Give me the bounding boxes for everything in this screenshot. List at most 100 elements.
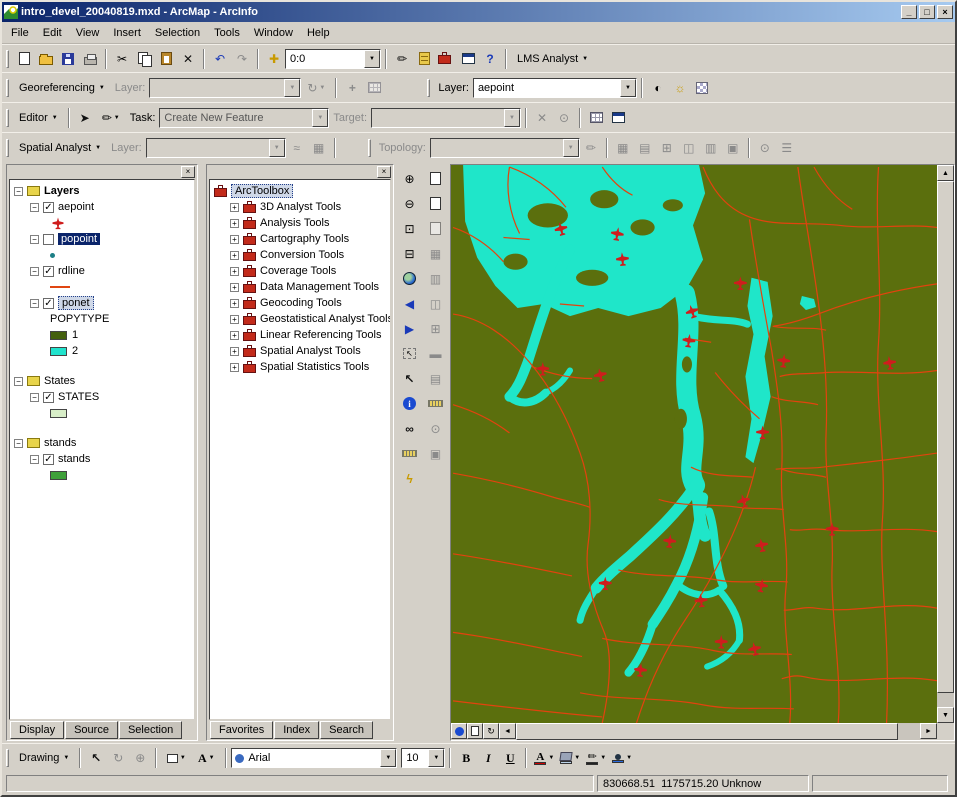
toc-dataframe-stands[interactable]: − stands — [10, 435, 194, 451]
menu-view[interactable]: View — [69, 24, 107, 42]
expander-icon[interactable]: − — [30, 267, 39, 276]
magnifier-window-button[interactable] — [424, 192, 447, 215]
minimize-button[interactable]: _ — [901, 5, 917, 19]
topology-tool-button[interactable]: ▤ — [634, 137, 656, 159]
toc-ponet-class-2[interactable]: 2 — [10, 343, 194, 359]
toolbar-grip[interactable] — [368, 139, 371, 157]
scroll-right-button[interactable]: ► — [920, 723, 937, 739]
drawing-menu-button[interactable]: Drawing ▼ — [13, 750, 75, 766]
view-link-table-button[interactable] — [363, 77, 385, 99]
effects-layer-combo[interactable]: aepoint ▼ — [473, 78, 637, 98]
topology-edit-button[interactable]: ✏ — [580, 137, 602, 159]
map-canvas[interactable] — [451, 165, 937, 723]
select-elements-button[interactable]: ↖ — [398, 367, 421, 390]
layer-label[interactable]: rdline — [58, 265, 85, 277]
brightness-button[interactable]: ☼ — [669, 77, 691, 99]
copy-button[interactable] — [133, 48, 155, 70]
tab-index[interactable]: Index — [274, 721, 319, 739]
zoom-out-button[interactable]: ⊖ — [398, 192, 421, 215]
expander-icon[interactable]: + — [230, 235, 239, 244]
toolbar-grip[interactable] — [6, 50, 9, 68]
font-size-dropdown[interactable]: ▼ — [428, 749, 444, 767]
print-button[interactable] — [79, 48, 101, 70]
toolset-label[interactable]: Coverage Tools — [260, 265, 336, 277]
identify-button[interactable]: i — [398, 392, 421, 415]
expander-icon[interactable]: − — [14, 377, 23, 386]
toolbox-root-label[interactable]: ArcToolbox — [231, 184, 293, 198]
toc-symbol-states[interactable] — [10, 405, 194, 421]
previous-extent-button[interactable]: ◀ — [398, 292, 421, 315]
toc-ponet-class-1[interactable]: 1 — [10, 327, 194, 343]
toc-layer-ponet[interactable]: − ✓ ponet — [10, 295, 194, 311]
zoom-to-element-button[interactable]: ⊕ — [129, 747, 151, 769]
toolset-label[interactable]: Conversion Tools — [260, 249, 344, 261]
redo-button[interactable]: ↷ — [231, 48, 253, 70]
toolset-label[interactable]: 3D Analyst Tools — [260, 201, 341, 213]
toc-panel-header[interactable]: × — [7, 165, 197, 179]
zoom-to-selected-button[interactable]: ▦ — [424, 242, 447, 265]
layout-view-button[interactable] — [467, 723, 483, 739]
extent-window-button[interactable]: ⊞ — [424, 317, 447, 340]
topology-tool-button[interactable]: ▦ — [612, 137, 634, 159]
shape-tool-button[interactable]: ▼ — [161, 747, 191, 769]
scroll-up-button[interactable]: ▲ — [937, 165, 954, 181]
rotate-tool-button[interactable]: ↻▼ — [301, 77, 331, 99]
spatial-analyst-menu-button[interactable]: Spatial Analyst ▼ — [13, 140, 107, 156]
toolbox-root[interactable]: ArcToolbox — [210, 183, 390, 199]
toolbar-grip[interactable] — [427, 79, 430, 97]
add-data-button[interactable]: ✚ — [263, 48, 285, 70]
toc-layer-states[interactable]: − ✓ STATES — [10, 389, 194, 405]
expander-icon[interactable]: + — [230, 283, 239, 292]
stands-checkbox[interactable]: ✓ — [43, 454, 54, 465]
line-color-button[interactable]: ✏ ▼ — [583, 750, 609, 767]
toc-symbol-stands[interactable] — [10, 467, 194, 483]
tab-search[interactable]: Search — [320, 721, 373, 739]
select-elements-button[interactable]: ↖ — [85, 747, 107, 769]
sa-layer-dropdown[interactable]: ▼ — [269, 139, 285, 157]
toolbar-grip[interactable] — [6, 109, 9, 127]
horizontal-scroll-thumb[interactable] — [516, 723, 898, 740]
sketch-properties-button[interactable] — [607, 107, 629, 129]
select-features-button[interactable]: ↖ — [398, 342, 421, 365]
histogram-button[interactable]: ▦ — [308, 137, 330, 159]
close-button[interactable]: × — [937, 5, 953, 19]
expander-icon[interactable]: − — [30, 393, 39, 402]
text-tool-button[interactable]: A▼ — [191, 747, 221, 769]
layer-label[interactable]: ponet — [58, 296, 94, 310]
dataframe-label[interactable]: stands — [44, 437, 76, 449]
expander-icon[interactable]: − — [14, 439, 23, 448]
toolset-label[interactable]: Data Management Tools — [260, 281, 379, 293]
fixed-zoom-in-button[interactable]: ⊡ — [398, 217, 421, 240]
toolbox-item[interactable]: +Geostatistical Analyst Tools — [210, 311, 390, 327]
tab-selection[interactable]: Selection — [119, 721, 182, 739]
titlebar[interactable]: intro_devel_20040819.mxd - ArcMap - ArcI… — [2, 2, 955, 22]
toolset-label[interactable]: Cartography Tools — [260, 233, 349, 245]
georef-layer-combo[interactable]: ▼ — [149, 78, 301, 98]
ponet-checkbox[interactable]: ✓ — [43, 298, 54, 309]
expander-icon[interactable]: + — [230, 347, 239, 356]
expander-icon[interactable]: + — [230, 299, 239, 308]
georeferencing-menu-button[interactable]: Georeferencing ▼ — [13, 80, 111, 96]
marker-color-button[interactable]: ▼ — [609, 752, 635, 765]
tab-source[interactable]: Source — [65, 721, 118, 739]
viewer-window-button[interactable] — [424, 217, 447, 240]
toolset-label[interactable]: Spatial Analyst Tools — [260, 345, 361, 357]
overview-window-button[interactable] — [424, 167, 447, 190]
scroll-left-button[interactable]: ◄ — [499, 723, 516, 739]
sa-layer-combo[interactable]: ▼ — [146, 138, 286, 158]
font-dropdown[interactable]: ▼ — [380, 749, 396, 767]
attributes-button[interactable] — [585, 107, 607, 129]
expander-icon[interactable]: − — [30, 299, 39, 308]
rdline-checkbox[interactable]: ✓ — [43, 266, 54, 277]
vertical-scroll-thumb[interactable] — [937, 181, 954, 693]
delete-button[interactable]: ✕ — [177, 48, 199, 70]
expander-icon[interactable]: − — [14, 187, 23, 196]
toolbar-grip[interactable] — [6, 79, 9, 97]
arctoolbox-button[interactable] — [435, 48, 457, 70]
toc-layer-stands[interactable]: − ✓ stands — [10, 451, 194, 467]
expander-icon[interactable]: + — [230, 219, 239, 228]
toolset-label[interactable]: Linear Referencing Tools — [260, 329, 381, 341]
rotate-elements-button[interactable]: ↻ — [107, 747, 129, 769]
toolbox-item[interactable]: +Geocoding Tools — [210, 295, 390, 311]
topology-combo[interactable]: ▼ — [430, 138, 580, 158]
